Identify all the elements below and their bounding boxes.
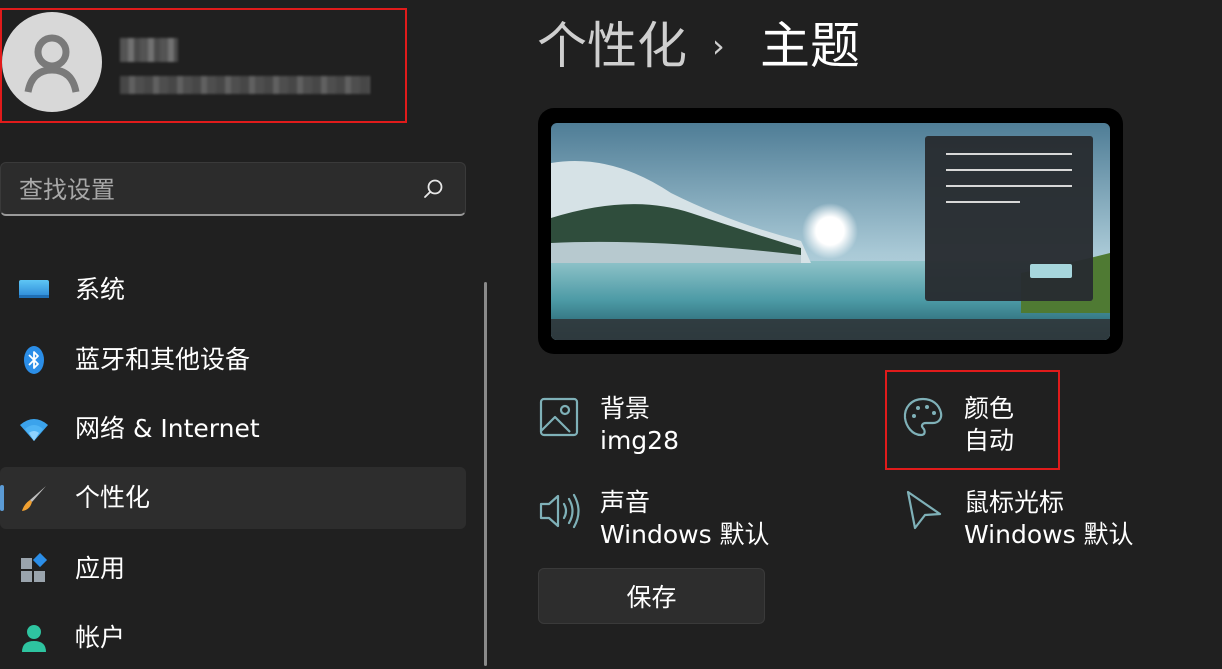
bluetooth-icon	[24, 346, 44, 374]
color-option[interactable]: 颜色 自动	[902, 394, 1202, 476]
sidebar-item-label: 蓝牙和其他设备	[75, 345, 251, 374]
sidebar-item-system[interactable]: 系统	[0, 259, 466, 321]
sidebar-item-label: 帐户	[75, 623, 126, 652]
sound-value: Windows 默认	[600, 520, 770, 549]
person-icon	[24, 34, 80, 93]
save-button[interactable]: 保存	[538, 568, 765, 624]
active-indicator	[0, 485, 4, 511]
cursor-title: 鼠标光标	[964, 488, 1065, 517]
brush-icon	[22, 486, 46, 511]
color-value: 自动	[964, 426, 1015, 455]
sidebar-item-label: 系统	[75, 275, 126, 304]
speaker-icon	[539, 493, 580, 529]
sidebar-item-personalization[interactable]: 个性化	[0, 467, 466, 529]
color-title: 颜色	[964, 394, 1015, 423]
avatar[interactable]	[2, 12, 102, 112]
cursor-value: Windows 默认	[964, 520, 1134, 549]
user-email-blurred	[120, 76, 370, 94]
sidebar-item-bluetooth[interactable]: 蓝牙和其他设备	[0, 329, 466, 391]
image-icon	[539, 397, 579, 437]
background-title: 背景	[600, 394, 651, 423]
sound-title: 声音	[600, 488, 651, 517]
breadcrumb-parent[interactable]: 个性化	[537, 14, 687, 78]
palette-icon	[903, 397, 943, 437]
sound-option[interactable]: 声音 Windows 默认	[538, 488, 838, 570]
sidebar-item-label: 应用	[75, 554, 126, 583]
sidebar-item-network[interactable]: 网络 & Internet	[0, 398, 466, 460]
sidebar-item-label: 个性化	[75, 483, 151, 512]
user-name-blurred	[120, 38, 178, 62]
apps-icon	[21, 553, 48, 582]
cursor-option[interactable]: 鼠标光标 Windows 默认	[902, 488, 1202, 570]
search-box[interactable]	[0, 162, 466, 216]
background-option[interactable]: 背景 img28	[538, 394, 838, 476]
preview-window-content	[946, 153, 1072, 278]
breadcrumb-separator: ›	[712, 27, 725, 65]
monitor-icon	[19, 280, 49, 298]
account-icon	[22, 625, 46, 652]
cursor-icon	[906, 490, 942, 530]
wifi-icon	[20, 419, 48, 441]
search-icon[interactable]	[421, 177, 445, 201]
sidebar-item-apps[interactable]: 应用	[0, 538, 466, 600]
sidebar-scrollbar[interactable]	[484, 282, 487, 666]
page-title: 主题	[760, 17, 860, 75]
sidebar-item-accounts[interactable]: 帐户	[0, 607, 466, 669]
preview-window	[925, 136, 1093, 301]
sidebar-item-label: 网络 & Internet	[75, 414, 260, 443]
search-input[interactable]	[17, 172, 411, 208]
background-value: img28	[600, 426, 679, 455]
